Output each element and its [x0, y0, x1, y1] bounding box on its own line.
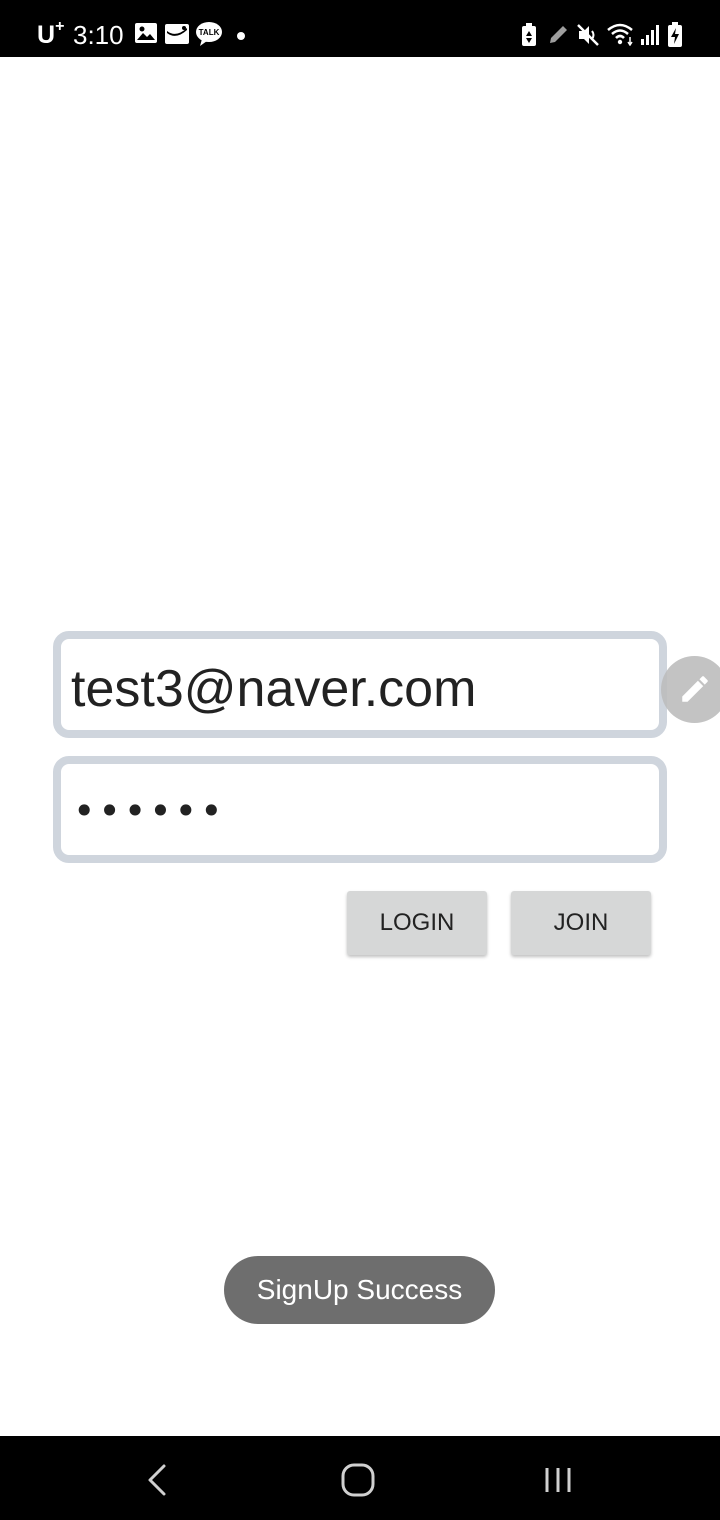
carrier-text: U [37, 21, 56, 49]
password-field[interactable]: •••••• [53, 756, 667, 863]
carrier-label: U+ [37, 18, 65, 50]
talk-icon: TALK [196, 22, 222, 46]
battery-saver-icon [522, 23, 536, 46]
battery-charging-icon [668, 22, 682, 47]
back-icon[interactable] [140, 1460, 172, 1500]
wifi-icon [607, 23, 633, 46]
signal-icon [641, 25, 659, 45]
login-button[interactable]: LOGIN [347, 891, 487, 955]
home-icon[interactable] [338, 1460, 378, 1500]
mute-icon [577, 24, 599, 46]
recents-icon[interactable] [540, 1460, 576, 1500]
app-screen: U+ 3:10 TALK test3@naver.com •••••• LOGI… [0, 0, 720, 1520]
password-field-value: •••••• [73, 789, 226, 833]
status-bar: U+ 3:10 TALK [0, 0, 720, 57]
talk-label: TALK [199, 28, 220, 37]
join-button[interactable]: JOIN [511, 891, 651, 955]
dot-icon [237, 32, 245, 40]
email-field[interactable]: test3@naver.com [53, 631, 667, 738]
carrier-sup: + [55, 18, 65, 35]
pen-icon [550, 26, 567, 43]
email-field-value: test3@naver.com [71, 660, 477, 718]
image-icon [135, 23, 157, 43]
mail-icon [165, 24, 189, 44]
edit-button[interactable] [661, 656, 720, 723]
pencil-icon [682, 676, 708, 702]
status-time: 3:10 [73, 20, 124, 50]
toast-message: SignUp Success [224, 1256, 495, 1324]
navigation-bar [0, 1436, 720, 1520]
